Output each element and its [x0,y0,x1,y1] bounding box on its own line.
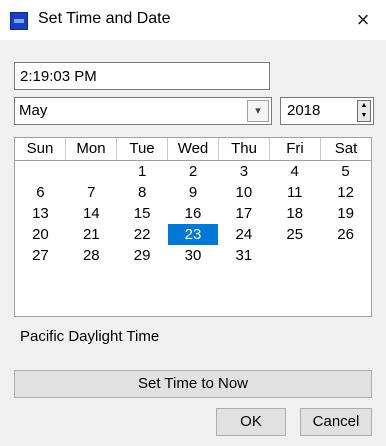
calendar-day[interactable]: 30 [168,245,219,266]
calendar-day[interactable]: 22 [117,224,168,245]
calendar-day[interactable]: 26 [320,224,371,245]
calendar-day[interactable]: 13 [15,203,66,224]
weekday-header: Sat [334,140,358,157]
calendar: Sun Mon Tue Wed Thu Fri Sat 1 2 3 4 5 6 7 8 9 10 11 12 13 1… [14,137,372,317]
calendar-day[interactable]: 5 [320,161,371,182]
calendar-day[interactable]: 7 [66,182,117,203]
year-spinner[interactable]: 2018 ▲ ▼ [280,97,374,125]
spin-down-icon[interactable]: ▼ [358,111,370,121]
cancel-button[interactable]: Cancel [300,408,372,436]
calendar-day[interactable]: 21 [66,224,117,245]
calendar-day[interactable]: 2 [168,161,219,182]
calendar-day[interactable]: 10 [218,182,269,203]
calendar-week-row: 27 28 29 30 31 [15,245,371,266]
calendar-week-row: 6 7 8 9 10 11 12 [15,182,371,203]
weekday-header: Thu [219,138,270,160]
calendar-day[interactable]: 11 [269,182,320,203]
calendar-day[interactable]: 19 [320,203,371,224]
calendar-day[interactable]: 3 [218,161,269,182]
set-time-to-now-button[interactable]: Set Time to Now [14,370,372,398]
calendar-day[interactable]: 29 [117,245,168,266]
title-bar: Set Time and Date × [0,0,386,40]
calendar-day[interactable]: 9 [168,182,219,203]
weekday-header: Sun [15,138,66,160]
calendar-day[interactable]: 16 [168,203,219,224]
ok-button[interactable]: OK [216,408,286,436]
calendar-day[interactable]: 28 [66,245,117,266]
calendar-week-row: 20 21 22 23 24 25 26 [15,224,371,245]
calendar-empty-cell [320,245,371,266]
year-value: 2018 [287,102,321,119]
calendar-day[interactable]: 27 [15,245,66,266]
close-button[interactable]: × [348,4,378,36]
calendar-empty-cell [66,161,117,182]
calendar-day[interactable]: 6 [15,182,66,203]
spin-buttons: ▲ ▼ [357,100,371,122]
calendar-day[interactable]: 18 [269,203,320,224]
calendar-day[interactable]: 17 [218,203,269,224]
calendar-day[interactable]: 14 [66,203,117,224]
calendar-day[interactable]: 4 [269,161,320,182]
window-title: Set Time and Date [38,10,171,27]
calendar-week-row: 13 14 15 16 17 18 19 [15,203,371,224]
calendar-day-selected[interactable]: 23 [167,224,219,245]
calendar-empty-cell [15,161,66,182]
calendar-grid: 1 2 3 4 5 6 7 8 9 10 11 12 13 14 15 16 17 18 19 20 21 22 23 24 2… [15,161,371,266]
calendar-header: Sun Mon Tue Wed Thu Fri Sat [15,138,371,161]
calendar-week-row: 12345 [15,161,371,182]
weekday-header: Fri [270,138,321,160]
calendar-day[interactable]: 1 [117,161,168,182]
calendar-day[interactable]: 24 [218,224,269,245]
spin-up-icon[interactable]: ▲ [358,101,370,111]
weekday-header: Mon [66,138,117,160]
weekday-header: Tue [117,138,168,160]
timezone-label: Pacific Daylight Time [20,328,160,345]
month-value: May [19,102,48,119]
calendar-day[interactable]: 25 [269,224,320,245]
calendar-day[interactable]: 15 [117,203,168,224]
app-icon [10,12,28,30]
chevron-down-icon[interactable]: ▾ [247,100,269,122]
calendar-day[interactable]: 8 [117,182,168,203]
time-input[interactable] [14,62,270,90]
calendar-empty-cell [269,245,320,266]
calendar-day[interactable]: 20 [15,224,66,245]
month-select[interactable]: May ▾ [14,97,272,125]
calendar-day[interactable]: 12 [320,182,371,203]
calendar-day[interactable]: 31 [218,245,269,266]
weekday-header: Wed [168,138,219,160]
